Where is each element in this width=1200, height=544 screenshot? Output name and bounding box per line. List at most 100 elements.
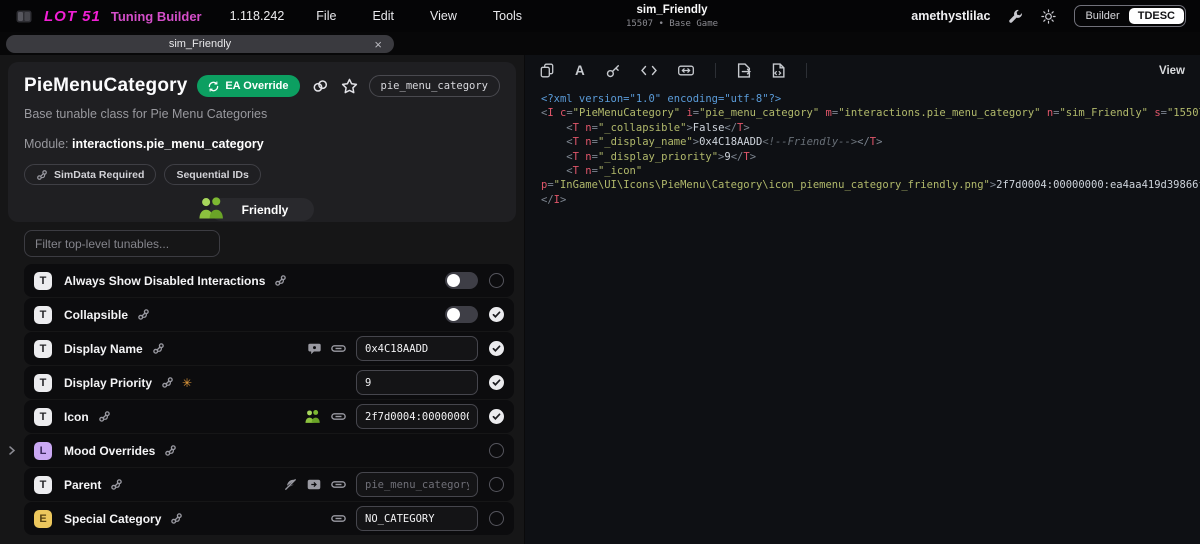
wrench-icon[interactable] [1008,9,1023,24]
font-icon[interactable]: A [575,64,585,78]
tunable-row[interactable]: L Mood Overrides [9,434,514,467]
sun-icon[interactable] [1041,8,1057,24]
friendly-people-icon [197,195,225,221]
simdata-required-badge[interactable]: SimData Required [24,164,157,185]
tunable-label: Collapsible [64,307,129,322]
checked-status-icon[interactable] [489,409,504,424]
link-icon[interactable] [331,512,346,525]
export-icon[interactable] [737,63,751,78]
type-badge: T [34,271,52,290]
toolbar-divider [805,63,807,78]
share-icon[interactable] [137,308,150,321]
friendly-icon[interactable] [304,409,321,424]
class-id-pill[interactable]: pie_menu_category [368,75,500,97]
code-line: <T n="_display_priority">9</T> [566,150,757,163]
key-icon[interactable] [606,64,620,78]
module-value: interactions.pie_menu_category [71,137,264,151]
star-icon[interactable] [341,78,358,94]
document-subtitle: 15507 • Base Game [625,19,719,29]
expand-chevron-icon[interactable] [8,445,16,456]
share-icon[interactable] [164,444,177,457]
code-toolbar-icons: A [540,63,828,78]
friendly-category-chip[interactable]: Friendly [199,197,315,221]
link-icon[interactable] [331,410,346,423]
tab-close-icon[interactable]: × [374,35,382,53]
menu-file[interactable]: File [316,9,336,23]
tunable-row[interactable]: T Display Priority ✳ [24,366,514,399]
share-icon[interactable] [110,478,123,491]
share-icon[interactable] [170,512,183,525]
menu-tools[interactable]: Tools [493,9,522,23]
tunable-value-input[interactable] [356,336,478,361]
view-menu-button[interactable]: View [1159,65,1185,77]
class-title: PieMenuCategory [24,75,188,96]
toggle-switch[interactable] [445,272,478,289]
class-header-top: PieMenuCategory EA Override pie_menu_cat… [24,75,500,97]
tunable-value-input[interactable] [356,370,478,395]
share-icon[interactable] [161,376,174,389]
required-asterisk-icon: ✳ [182,375,193,390]
category-chip-row: Friendly [24,197,500,221]
type-badge: T [34,305,52,324]
comment-icon[interactable] [308,343,321,355]
link-icon[interactable] [331,342,346,355]
checked-status-icon[interactable] [489,375,504,390]
sequential-ids-badge[interactable]: Sequential IDs [164,164,261,185]
unchecked-status-icon[interactable] [489,511,504,526]
unchecked-status-icon[interactable] [489,477,504,492]
version-label: 1.118.242 [229,9,285,23]
tab-sim-friendly[interactable]: sim_Friendly × [6,35,394,53]
class-header-card: PieMenuCategory EA Override pie_menu_cat… [8,62,516,222]
share-icon[interactable] [152,342,165,355]
link-icon[interactable] [331,478,346,491]
menu-view[interactable]: View [430,9,457,23]
tunable-row[interactable]: T Parent [24,468,514,501]
tunable-row[interactable]: T Icon [24,400,514,433]
checked-status-icon[interactable] [489,341,504,356]
tunable-row[interactable]: T Collapsible [24,298,514,331]
ea-override-badge[interactable]: EA Override [197,75,300,97]
tab-strip: sim_Friendly × [0,32,1200,55]
disabled-icon[interactable] [284,478,297,491]
tunable-row[interactable]: T Display Name [24,332,514,365]
module-line: Module: interactions.pie_menu_category [24,137,500,151]
unchecked-status-icon[interactable] [489,273,504,288]
reference-icon[interactable] [307,479,321,490]
top-bar: LOT 51 Tuning Builder 1.118.242 File Edi… [0,0,1200,32]
tunable-value-input[interactable] [356,472,478,497]
toggle-switch[interactable] [445,306,478,323]
mode-builder-button[interactable]: Builder [1076,8,1128,24]
xml-code[interactable]: <?xml version="1.0" encoding="utf-8"?> <I… [525,86,1200,207]
unchecked-status-icon[interactable] [489,443,504,458]
filter-container [24,230,220,257]
module-label: Module: [24,137,69,151]
file-code-icon[interactable] [772,63,785,78]
code-toolbar: A View [525,55,1200,86]
tunable-row[interactable]: E Special Category [24,502,514,535]
code-line: <T n="_collapsible">False</T> [566,121,750,134]
top-bar-right: amethystlilac Builder TDESC [911,5,1200,27]
share-icon[interactable] [274,274,287,287]
code-line: <T n="_display_name">0x4C18AADD<!--Frien… [566,136,883,149]
share-icon [36,169,48,181]
mode-tdesc-button[interactable]: TDESC [1128,8,1184,24]
code-line: p="InGame\UI\Icons\PieMenu\Category\icon… [541,179,1200,192]
menu-edit[interactable]: Edit [372,9,394,23]
copy-icon[interactable] [540,63,554,78]
filter-input[interactable] [24,230,220,257]
panels-icon[interactable] [16,10,32,23]
link-rings-icon[interactable] [311,79,330,94]
checked-status-icon[interactable] [489,307,504,322]
box-arrows-icon[interactable] [677,64,694,77]
code-line: </I> [541,193,567,206]
tab-label: sim_Friendly [168,38,232,50]
tunable-label: Parent [64,477,102,492]
code-icon[interactable] [640,64,657,77]
tunable-row[interactable]: T Always Show Disabled Interactions [24,264,514,297]
top-bar-left: LOT 51 Tuning Builder 1.118.242 File Edi… [0,8,558,25]
menu-bar: File Edit View Tools [316,9,558,23]
tunable-value-input[interactable] [356,404,478,429]
friendly-category-label: Friendly [241,202,289,217]
tunable-value-input[interactable] [356,506,478,531]
share-icon[interactable] [98,410,111,423]
